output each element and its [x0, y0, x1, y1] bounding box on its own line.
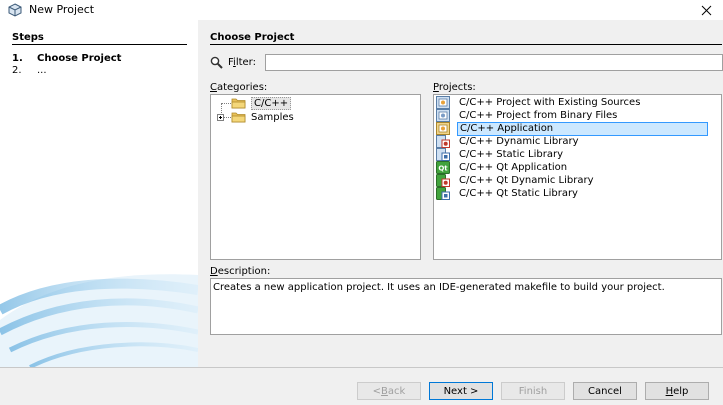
help-button[interactable]: Help [645, 382, 709, 400]
finish-button[interactable]: Finish [501, 382, 565, 400]
title-bar: New Project [0, 0, 723, 20]
project-label: C/C++ Qt Dynamic Library [459, 174, 594, 186]
panel-title: Choose Project [210, 32, 295, 43]
qt-static-library-icon [436, 187, 450, 200]
project-item-qt-dynamic-library[interactable]: C/C++ Qt Dynamic Library [436, 174, 717, 187]
application-icon [436, 122, 450, 135]
category-label: C/C++ [251, 96, 292, 110]
category-item-samples[interactable]: Samples [231, 110, 294, 124]
project-label: C/C++ Application [457, 121, 708, 136]
filter-label: Filter: [228, 57, 256, 68]
project-label: C/C++ Qt Application [459, 161, 568, 173]
project-label: C/C++ Dynamic Library [459, 135, 579, 147]
svg-text:Qt: Qt [438, 165, 448, 173]
step-label: ... [37, 65, 47, 76]
dynamic-library-icon [436, 135, 450, 148]
project-item-binary-files[interactable]: C/C++ Project from Binary Files [436, 109, 717, 122]
panel-divider [210, 44, 722, 45]
step-number: 2. [12, 65, 22, 76]
steps-title: Steps [12, 32, 44, 43]
button-bar: < Back Next > Finish Cancel Help [0, 368, 723, 405]
project-item-static-library[interactable]: C/C++ Static Library [436, 148, 717, 161]
project-label: C/C++ Static Library [459, 148, 564, 160]
qt-application-icon: Qt [436, 161, 450, 174]
description-label: Description: [210, 266, 271, 277]
category-label: Samples [251, 111, 294, 123]
project-item-qt-static-library[interactable]: C/C++ Qt Static Library [436, 187, 717, 200]
projects-list[interactable]: C/C++ Project with Existing Sources C/C+… [433, 94, 722, 260]
folder-icon [231, 112, 246, 123]
projects-label: Projects: [433, 82, 476, 93]
project-item-existing-sources[interactable]: C/C++ Project with Existing Sources [436, 96, 717, 109]
back-button[interactable]: < Back [357, 382, 421, 400]
folder-icon [231, 98, 246, 109]
cancel-button[interactable]: Cancel [573, 382, 637, 400]
choose-project-panel: Choose Project Filter: Categories: C/C++… [198, 20, 723, 367]
step-item-1: 1. Choose Project [12, 53, 121, 64]
project-item-application[interactable]: C/C++ Application [436, 121, 717, 136]
window-title: New Project [29, 3, 95, 16]
step-number: 1. [12, 53, 23, 64]
project-binary-icon [436, 109, 450, 122]
qt-dynamic-library-icon [436, 174, 450, 187]
cube-app-icon [8, 3, 22, 17]
categories-tree[interactable]: C/C++ Samples [210, 94, 421, 260]
project-item-qt-application[interactable]: Qt C/C++ Qt Application [436, 161, 717, 174]
project-item-dynamic-library[interactable]: C/C++ Dynamic Library [436, 135, 717, 148]
next-button[interactable]: Next > [429, 382, 493, 400]
close-button[interactable] [690, 0, 723, 20]
search-icon [210, 56, 223, 69]
step-item-2: 2.... [12, 65, 47, 76]
category-item-cpp[interactable]: C/C++ [231, 96, 292, 110]
project-label: C/C++ Project with Existing Sources [459, 96, 641, 108]
description-text: Creates a new application project. It us… [210, 278, 722, 335]
project-label: C/C++ Project from Binary Files [459, 109, 618, 121]
close-icon [701, 5, 712, 15]
filter-input[interactable] [265, 54, 723, 71]
project-label: C/C++ Qt Static Library [459, 187, 578, 199]
steps-divider [12, 44, 187, 45]
static-library-icon [436, 148, 450, 161]
step-label: Choose Project [37, 53, 122, 64]
steps-pane: Steps 1. Choose Project 2.... [0, 20, 198, 367]
categories-label: Categories: [210, 82, 268, 93]
expand-toggle-samples[interactable] [217, 114, 224, 121]
project-sources-icon [436, 96, 450, 109]
